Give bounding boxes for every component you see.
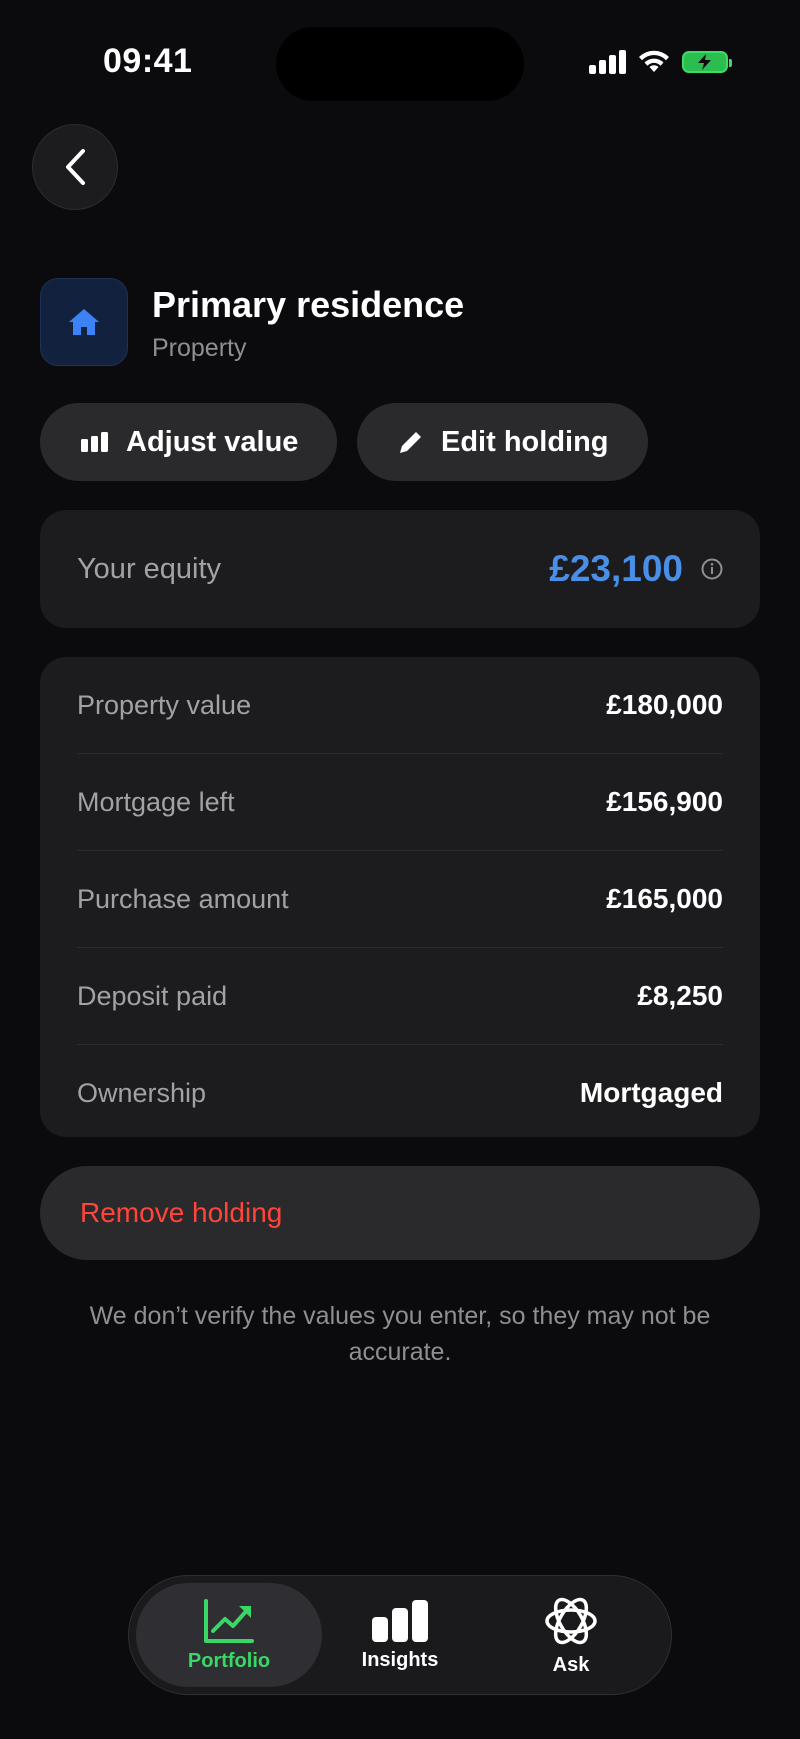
detail-row: Mortgage left £156,900 xyxy=(77,754,723,851)
detail-row: Purchase amount £165,000 xyxy=(77,851,723,948)
equity-label: Your equity xyxy=(77,552,222,585)
detail-label: Purchase amount xyxy=(77,883,289,914)
back-button[interactable] xyxy=(32,124,118,210)
pencil-icon xyxy=(400,432,421,453)
detail-value: £165,000 xyxy=(606,883,723,914)
info-icon[interactable] xyxy=(701,558,723,580)
battery-charging-icon xyxy=(682,51,732,73)
status-time: 09:41 xyxy=(103,42,193,80)
edit-holding-button[interactable]: Edit holding xyxy=(357,403,648,481)
disclaimer-text: We don’t verify the values you enter, so… xyxy=(89,1302,711,1366)
detail-value: £8,250 xyxy=(637,980,723,1011)
tab-portfolio[interactable]: Portfolio xyxy=(136,1583,322,1687)
page-subtitle: Property xyxy=(152,334,247,362)
sparkle-orbit-icon xyxy=(545,1597,597,1644)
detail-label: Property value xyxy=(77,689,252,720)
cellular-signal-icon xyxy=(589,50,626,74)
page-title: Primary residence xyxy=(152,284,465,325)
edit-holding-label: Edit holding xyxy=(441,425,609,458)
detail-row: Ownership Mortgaged xyxy=(77,1045,723,1141)
adjust-value-button[interactable]: Adjust value xyxy=(40,403,337,481)
tab-label: Insights xyxy=(361,1648,439,1671)
dynamic-island xyxy=(276,27,524,101)
tab-label: Portfolio xyxy=(187,1649,271,1672)
detail-label: Ownership xyxy=(77,1077,207,1108)
tab-insights[interactable]: Insights xyxy=(307,1583,493,1687)
bar-chart-icon xyxy=(372,1599,428,1642)
house-icon xyxy=(69,309,99,335)
status-icons xyxy=(589,50,732,74)
chart-trend-icon xyxy=(204,1598,254,1643)
remove-holding-button[interactable]: Remove holding xyxy=(40,1166,760,1260)
detail-value: £156,900 xyxy=(606,786,723,817)
detail-row: Deposit paid £8,250 xyxy=(77,948,723,1045)
adjust-value-label: Adjust value xyxy=(126,425,299,458)
detail-value: £180,000 xyxy=(606,689,723,720)
detail-value: Mortgaged xyxy=(579,1077,723,1108)
wifi-icon xyxy=(639,50,669,72)
detail-row: Property value £180,000 xyxy=(77,657,723,754)
bars-icon xyxy=(81,432,108,452)
remove-holding-label: Remove holding xyxy=(80,1197,283,1228)
tab-label: Ask xyxy=(552,1653,590,1676)
property-icon-tile xyxy=(40,278,128,366)
detail-label: Mortgage left xyxy=(77,786,235,817)
tab-ask[interactable]: Ask xyxy=(478,1583,664,1687)
chevron-left-icon xyxy=(66,149,85,185)
equity-card: Your equity £23,100 xyxy=(40,510,760,628)
equity-value: £23,100 xyxy=(549,548,683,589)
details-card: Property value £180,000 Mortgage left £1… xyxy=(40,657,760,1137)
detail-label: Deposit paid xyxy=(77,980,228,1011)
tab-bar: Portfolio Insights Ask xyxy=(128,1575,672,1695)
